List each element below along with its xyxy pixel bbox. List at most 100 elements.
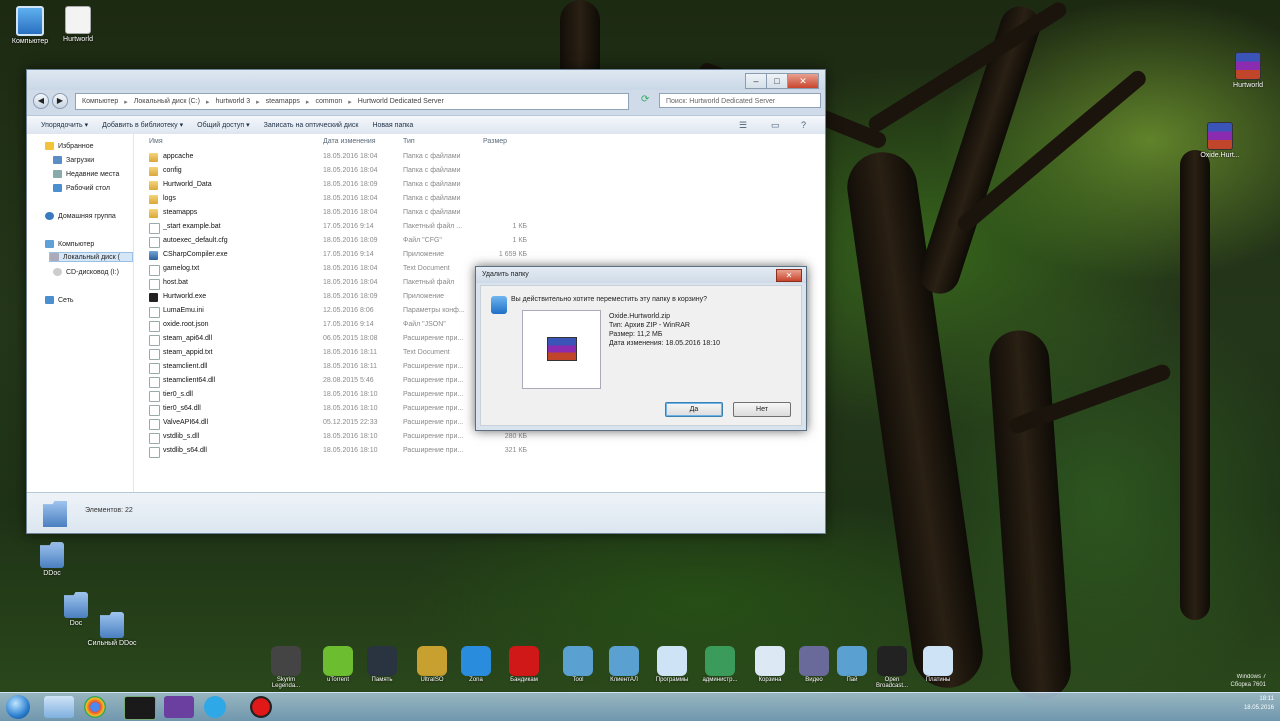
file-date: 18.05.2016 18:10 bbox=[323, 447, 378, 454]
dock-item[interactable]: Пай bbox=[830, 646, 874, 683]
file-name: host.bat bbox=[163, 279, 188, 286]
new-folder-button[interactable]: Новая папка bbox=[372, 122, 413, 129]
forward-button[interactable]: ▶ bbox=[52, 93, 68, 109]
nav-desktop[interactable]: Рабочий стол bbox=[53, 184, 110, 192]
file-type: Расширение при... bbox=[403, 419, 464, 426]
desktop-icon-ddoc[interactable]: DDoc bbox=[22, 542, 82, 577]
breadcrumb-computer[interactable]: Компьютер bbox=[82, 98, 118, 105]
dock-item[interactable]: Корзина bbox=[748, 646, 792, 683]
taskbar-chrome-icon[interactable] bbox=[84, 696, 106, 718]
desktop-icon-oxide-rar[interactable]: Oxide.Hurt... bbox=[1190, 122, 1250, 159]
file-row[interactable]: _start example.bat 17.05.2016 9:14 Пакетны… bbox=[143, 221, 703, 234]
application-icon bbox=[149, 293, 158, 302]
breadcrumb-steamapps[interactable]: steamapps bbox=[266, 98, 300, 105]
search-input[interactable]: Поиск: Hurtworld Dedicated Server bbox=[659, 93, 821, 108]
file-name: CSharpCompiler.exe bbox=[163, 251, 228, 258]
dock-item[interactable]: Бандикам bbox=[502, 646, 546, 683]
column-type[interactable]: Тип bbox=[403, 138, 415, 145]
maximize-button[interactable]: □ bbox=[766, 73, 788, 89]
yes-button[interactable]: Да bbox=[665, 402, 723, 417]
recycle-bin-icon bbox=[491, 296, 507, 314]
burn-button[interactable]: Записать на оптический диск bbox=[264, 122, 359, 129]
taskbar-cmd-icon[interactable] bbox=[124, 696, 156, 720]
file-row[interactable]: Hurtworld_Data 18.05.2016 18:09 Папка с фа… bbox=[143, 179, 703, 192]
add-to-library-button[interactable]: Добавить в библиотеку ▾ bbox=[102, 121, 183, 129]
breadcrumb-common[interactable]: common bbox=[315, 98, 342, 105]
explorer-titlebar[interactable]: – □ ✕ bbox=[27, 70, 825, 90]
file-row[interactable]: vstdlib_s64.dll 18.05.2016 18:10 Расширени… bbox=[143, 445, 703, 458]
back-button[interactable]: ◀ bbox=[33, 93, 49, 109]
file-name: logs bbox=[163, 195, 176, 202]
no-button[interactable]: Нет bbox=[733, 402, 791, 417]
dock-item[interactable]: КлиентАЛ bbox=[602, 646, 646, 683]
nav-computer[interactable]: Компьютер bbox=[45, 240, 94, 248]
folder-icon bbox=[149, 153, 158, 162]
file-row[interactable]: CSharpCompiler.exe 17.05.2016 9:14 Приложе… bbox=[143, 249, 703, 262]
dock-app-icon bbox=[509, 646, 539, 676]
desktop-icon bbox=[53, 184, 62, 192]
column-size[interactable]: Размер bbox=[483, 138, 507, 145]
nav-network[interactable]: Сеть bbox=[45, 296, 74, 304]
organize-button[interactable]: Упорядочить ▾ bbox=[41, 121, 88, 129]
dialog-close-button[interactable]: ✕ bbox=[776, 269, 802, 282]
preview-pane-icon[interactable]: ▭ bbox=[771, 120, 780, 131]
file-thumbnail bbox=[522, 310, 601, 389]
nav-downloads[interactable]: Загрузки bbox=[53, 156, 94, 164]
dock-item[interactable]: Программы bbox=[650, 646, 694, 683]
file-date: 18.05.2016 18:09 bbox=[323, 293, 378, 300]
dock-item[interactable]: Open Broadcast... bbox=[870, 646, 914, 689]
delete-folder-dialog: Удалить папку ✕ Вы действительно хотите … bbox=[475, 266, 807, 431]
dock-item[interactable]: Платины bbox=[916, 646, 960, 683]
file-name: ValveAPI64.dll bbox=[163, 419, 209, 426]
dock-item[interactable]: администр... bbox=[698, 646, 742, 683]
dock-item[interactable]: uTorrent bbox=[316, 646, 360, 683]
nav-favorites[interactable]: Избранное bbox=[45, 142, 93, 150]
file-row[interactable]: autoexec_default.cfg 18.05.2016 18:09 Файл… bbox=[143, 235, 703, 248]
taskbar-skype-icon[interactable] bbox=[204, 696, 226, 718]
dock-item[interactable]: Tool bbox=[556, 646, 600, 683]
minimize-button[interactable]: – bbox=[745, 73, 767, 89]
taskbar-explorer-icon[interactable] bbox=[44, 696, 74, 718]
view-options-icon[interactable]: ☰ bbox=[739, 120, 747, 131]
file-row[interactable]: appcache 18.05.2016 18:04 Папка с файлами bbox=[143, 151, 703, 164]
desktop-icon-hurtworld[interactable]: Hurtworld bbox=[48, 6, 108, 43]
file-type: Приложение bbox=[403, 251, 445, 258]
file-icon bbox=[149, 237, 160, 248]
help-icon[interactable]: ? bbox=[801, 120, 806, 130]
desktop-icon-hurtworld-rar[interactable]: Hurtworld bbox=[1218, 52, 1278, 89]
nav-homegroup[interactable]: Домашняя группа bbox=[45, 212, 116, 220]
file-date: 18.05.2016 18:10 bbox=[323, 433, 378, 440]
taskbar-visual-studio-icon[interactable] bbox=[164, 696, 194, 718]
file-type: Пакетный файл bbox=[403, 279, 455, 286]
file-icon bbox=[149, 433, 160, 444]
dock-item[interactable]: UltraISO bbox=[410, 646, 454, 683]
column-date[interactable]: Дата изменения bbox=[323, 138, 376, 145]
system-tray-clock[interactable]: 18:11 18.05.2016 bbox=[1244, 695, 1274, 713]
taskbar-bandicam-icon[interactable] bbox=[250, 696, 272, 718]
dock-app-icon bbox=[461, 646, 491, 676]
file-row[interactable]: steamapps 18.05.2016 18:04 Папка с файлами bbox=[143, 207, 703, 220]
file-row[interactable]: vstdlib_s.dll 18.05.2016 18:10 Расширение … bbox=[143, 431, 703, 444]
refresh-icon[interactable]: ⟳ bbox=[641, 94, 649, 105]
desktop-icon-strong-ddoc[interactable]: Сильный DDoc bbox=[82, 612, 142, 647]
nav-local-disk[interactable]: Локальный диск ( bbox=[49, 252, 133, 262]
column-name[interactable]: Имя bbox=[149, 138, 163, 145]
file-name: Oxide.Hurtworld.zip bbox=[609, 313, 671, 320]
file-row[interactable]: logs 18.05.2016 18:04 Папка с файлами bbox=[143, 193, 703, 206]
nav-cd-drive[interactable]: CD-дисковод (I:) bbox=[53, 268, 119, 276]
start-button[interactable] bbox=[6, 695, 30, 719]
breadcrumb-dedicated-server[interactable]: Hurtworld Dedicated Server bbox=[358, 98, 444, 105]
dock-item[interactable]: Память bbox=[360, 646, 404, 683]
address-bar[interactable]: Компьютер ▸ Локальный диск (C:) ▸ hurtworl… bbox=[75, 93, 629, 110]
breadcrumb-local-disk[interactable]: Локальный диск (C:) bbox=[134, 98, 200, 105]
breadcrumb-hurtworld3[interactable]: hurtworld 3 bbox=[216, 98, 251, 105]
share-button[interactable]: Общий доступ ▾ bbox=[197, 121, 250, 129]
file-row[interactable]: config 18.05.2016 18:04 Папка с файлами bbox=[143, 165, 703, 178]
file-date: 18.05.2016 18:04 bbox=[323, 167, 378, 174]
file-date: 18.05.2016 18:11 bbox=[323, 363, 377, 370]
dock-item[interactable]: Skyrim Legenda... bbox=[264, 646, 308, 689]
file-name: oxide.root.json bbox=[163, 321, 209, 328]
nav-recent[interactable]: Недавние места bbox=[53, 170, 119, 178]
dock-item[interactable]: Zona bbox=[454, 646, 498, 683]
close-button[interactable]: ✕ bbox=[787, 73, 819, 89]
